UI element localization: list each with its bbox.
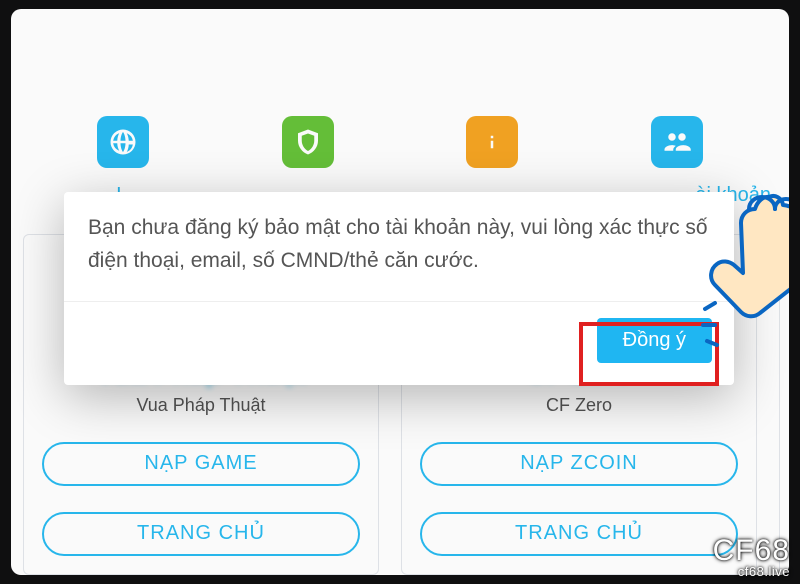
watermark: CF68 cf68.live [713,537,790,578]
outer-frame: L ài khoản Vua Pháp Thuật Vua Pháp Thuật… [0,0,800,584]
modal-footer: Đồng ý [64,302,734,385]
watermark-line1: CF68 [713,537,790,566]
modal-message: Bạn chưa đăng ký bảo mật cho tài khoản n… [64,192,734,302]
watermark-line2: cf68.live [713,566,790,578]
agree-button[interactable]: Đồng ý [597,318,712,363]
security-modal: Bạn chưa đăng ký bảo mật cho tài khoản n… [64,192,734,385]
app-viewport: L ài khoản Vua Pháp Thuật Vua Pháp Thuật… [11,9,789,575]
